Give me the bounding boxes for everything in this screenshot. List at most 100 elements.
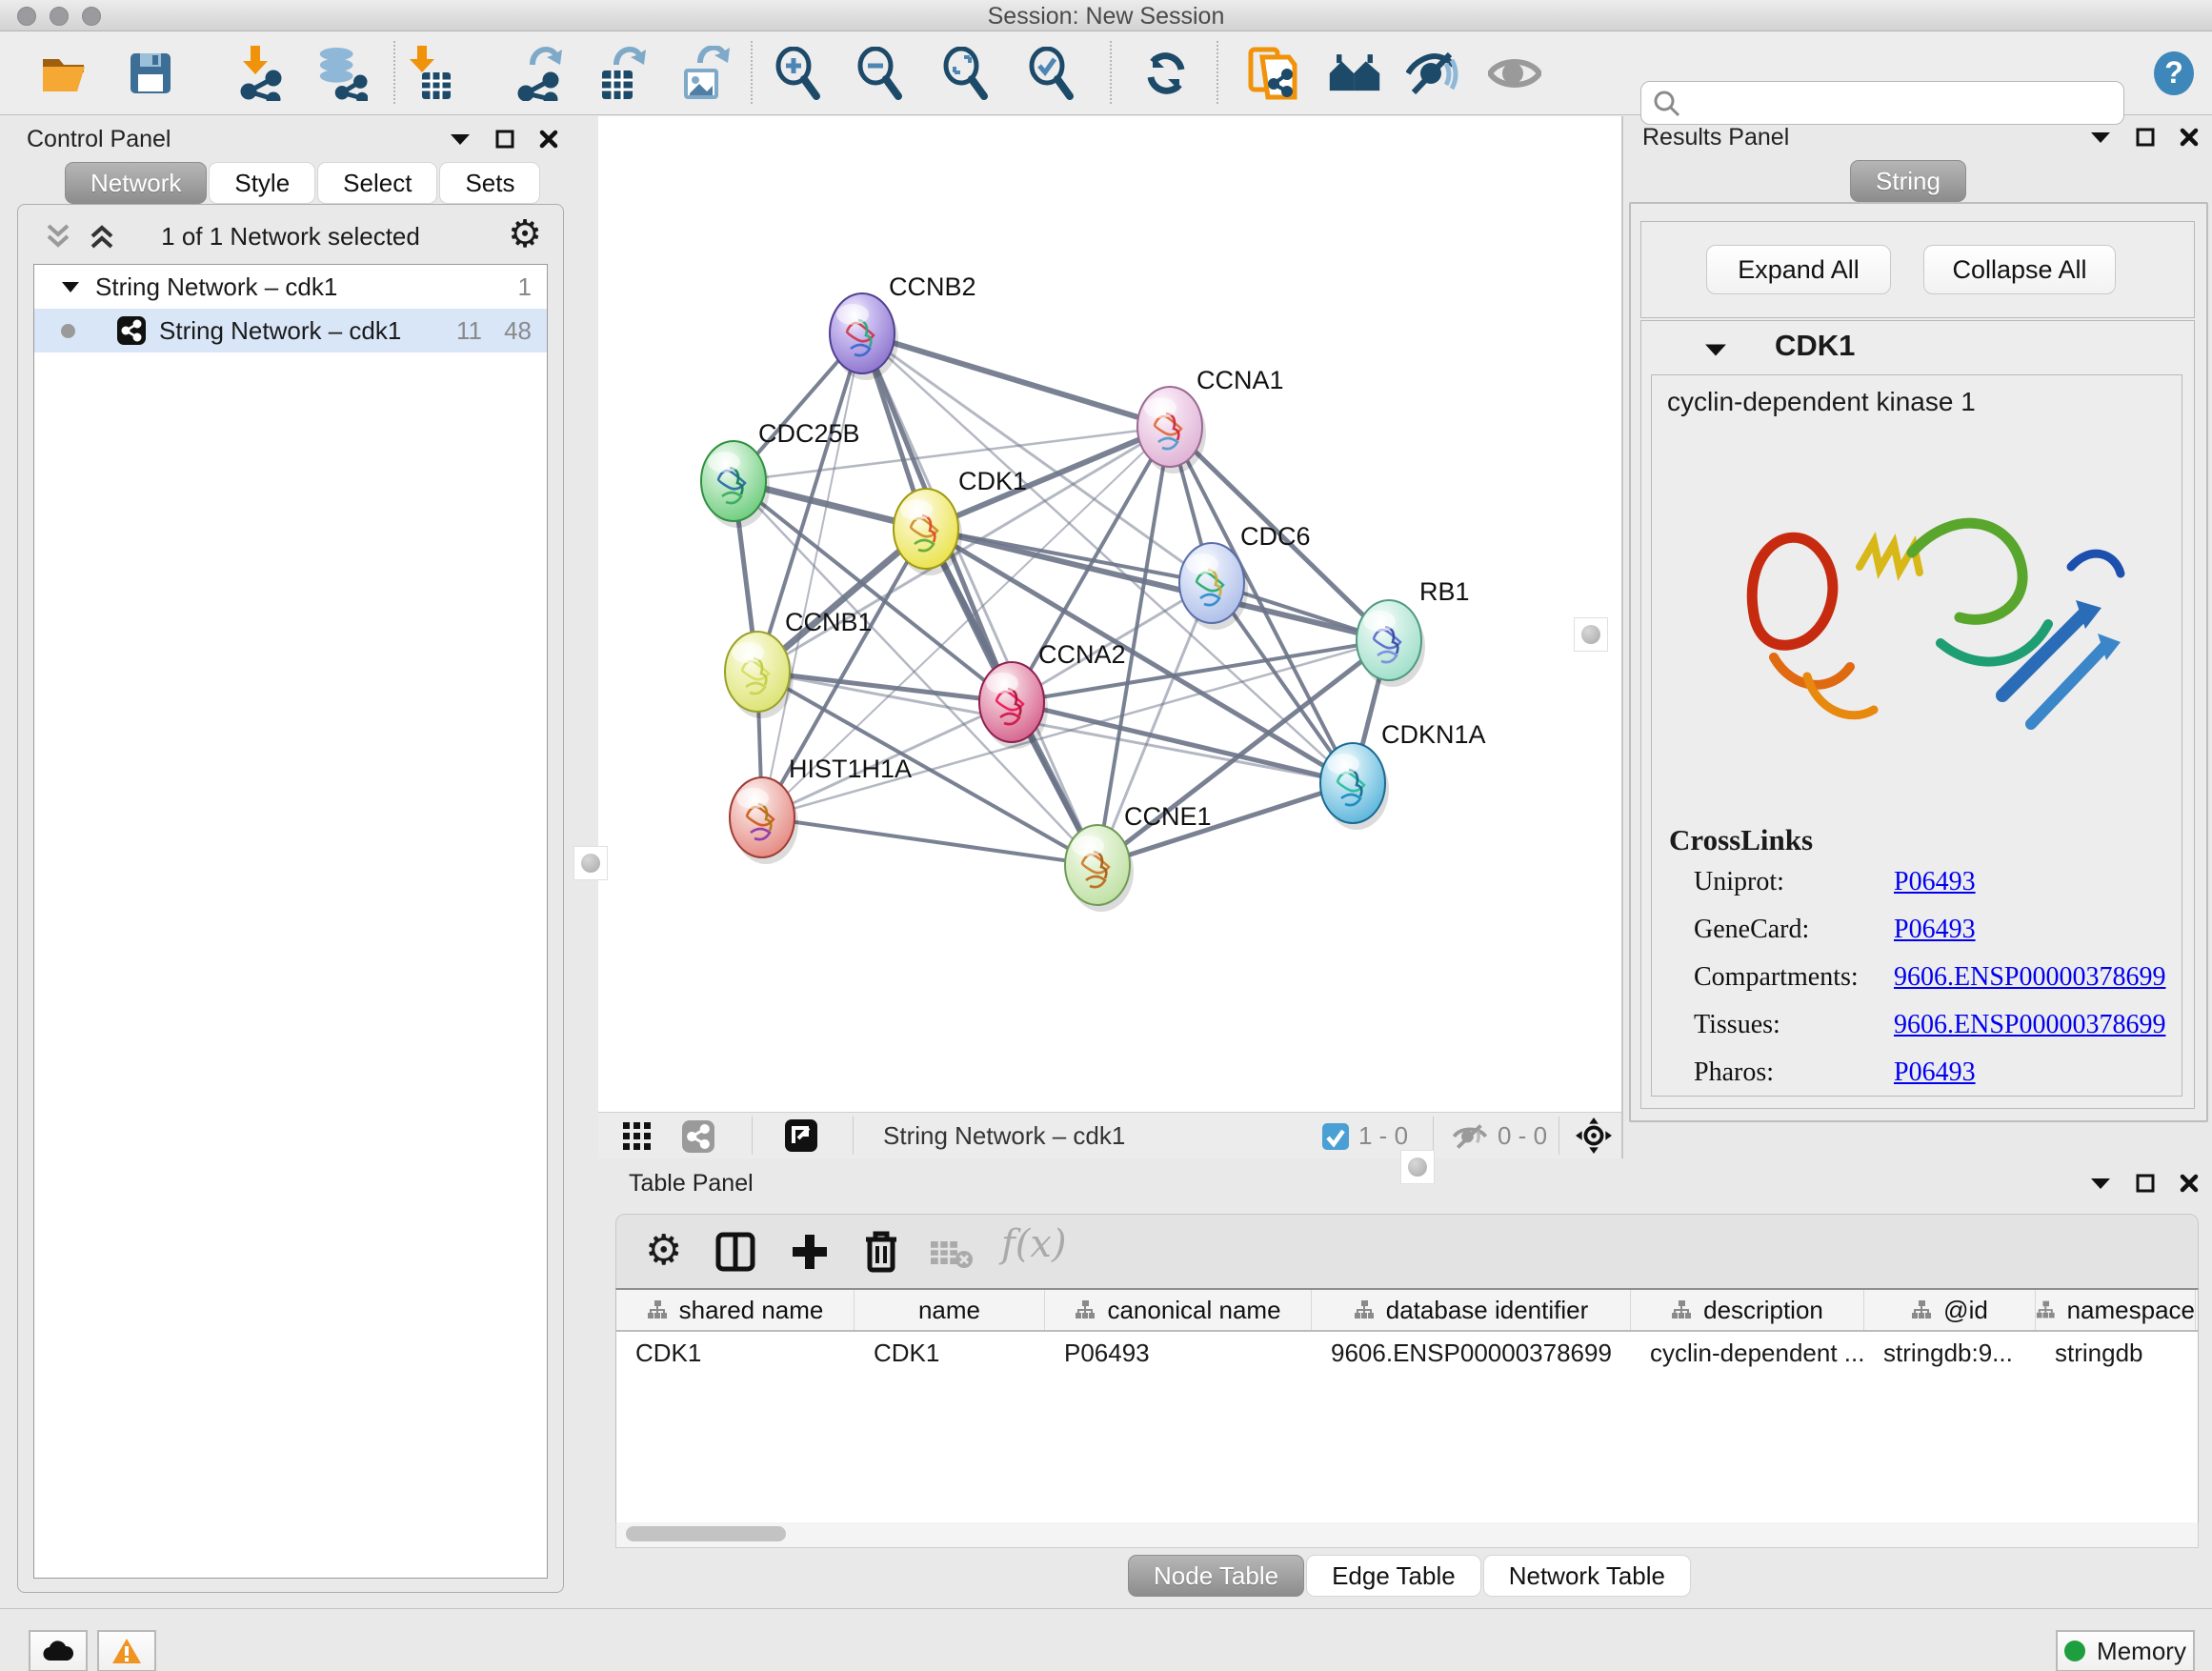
crosslink-label: Pharos: [1694, 1057, 1894, 1088]
table-row[interactable]: CDK1CDK1P064939606.ENSP00000378699cyclin… [616, 1332, 2198, 1374]
gene-collapse-icon[interactable] [1704, 342, 1727, 357]
crosslink-label: GeneCard: [1694, 915, 1894, 945]
zoom-out-icon[interactable] [854, 49, 907, 98]
zoom-fit-icon[interactable] [939, 49, 993, 98]
right-splitter-handle[interactable] [1574, 617, 1608, 652]
column-header-canonical-name[interactable]: canonical name [1045, 1290, 1312, 1330]
hierarchy-icon [2036, 1299, 2056, 1320]
export-network-icon[interactable] [514, 49, 568, 98]
maximize-panel-icon[interactable] [2136, 128, 2155, 147]
network-view-type-icon[interactable] [682, 1120, 714, 1153]
selected-checkbox-icon[interactable] [1322, 1123, 1349, 1150]
crosslink-value-link[interactable]: 9606.ENSP00000378699 [1894, 1010, 2165, 1040]
column-header-name[interactable]: name [855, 1290, 1045, 1330]
table-cell[interactable]: stringdb [2036, 1332, 2196, 1374]
tab-node-table[interactable]: Node Table [1128, 1555, 1304, 1597]
zoom-in-icon[interactable] [772, 49, 825, 98]
network-node-CDK1[interactable]: CDK1 [894, 467, 1027, 575]
column-header-shared-name[interactable]: shared name [616, 1290, 855, 1330]
column-header-description[interactable]: description [1631, 1290, 1864, 1330]
tab-network[interactable]: Network [65, 162, 207, 204]
detach-view-icon[interactable] [785, 1119, 817, 1152]
table-body: CDK1CDK1P064939606.ENSP00000378699cyclin… [616, 1332, 2198, 1374]
network-edge-CCNB1-CCNA2[interactable] [757, 672, 1012, 702]
table-cell[interactable]: CDK1 [855, 1332, 1045, 1374]
table-cell[interactable]: stringdb:9... [1864, 1332, 2036, 1374]
import-network-database-icon[interactable] [314, 49, 368, 98]
crosslink-value-link[interactable]: P06493 [1894, 867, 1976, 897]
table-options-gear-icon[interactable]: ⚙ [645, 1226, 682, 1275]
horizontal-splitter-handle[interactable] [1400, 1150, 1435, 1184]
help-icon[interactable]: ? [2147, 49, 2201, 98]
tab-network-table[interactable]: Network Table [1483, 1555, 1691, 1597]
network-edge-HIST1H1A-CCNE1[interactable] [762, 817, 1097, 865]
maximize-panel-icon[interactable] [2136, 1174, 2155, 1193]
float-panel-icon[interactable] [450, 132, 471, 146]
save-session-icon[interactable] [124, 49, 177, 98]
cloud-status-button[interactable] [29, 1630, 88, 1671]
network-edge-CCNB2-CCNA1[interactable] [862, 333, 1170, 427]
collapse-all-button[interactable]: Collapse All [1923, 245, 2116, 294]
collection-expand-icon[interactable] [61, 280, 80, 293]
close-panel-icon[interactable] [2180, 128, 2199, 147]
hierarchy-icon [647, 1299, 668, 1320]
grid-view-icon[interactable] [623, 1122, 652, 1151]
zoom-selected-icon[interactable] [1025, 49, 1078, 98]
float-panel-icon[interactable] [2090, 1177, 2111, 1190]
hscrollbar-thumb[interactable] [626, 1526, 786, 1541]
left-splitter-handle[interactable] [573, 846, 608, 880]
maximize-panel-icon[interactable] [495, 130, 514, 149]
clone-network-icon[interactable] [1246, 49, 1299, 98]
crosslink-value-link[interactable]: 9606.ENSP00000378699 [1894, 962, 2165, 993]
export-table-icon[interactable] [594, 49, 648, 98]
birdseye-toggle-icon[interactable] [1576, 1117, 1612, 1154]
close-panel-icon[interactable] [2180, 1174, 2199, 1193]
delete-column-icon[interactable] [862, 1230, 900, 1274]
table-cell[interactable]: CDK1 [616, 1332, 855, 1374]
network-edge-CCNB2-CCNE1[interactable] [862, 333, 1097, 865]
hidden-eye-icon[interactable] [1452, 1123, 1488, 1150]
show-columns-icon[interactable] [715, 1232, 755, 1272]
tab-select[interactable]: Select [317, 162, 437, 204]
column-header-database-identifier[interactable]: database identifier [1312, 1290, 1631, 1330]
network-node-HIST1H1A[interactable]: HIST1H1A [730, 755, 912, 864]
import-table-file-icon[interactable] [400, 49, 453, 98]
open-session-icon[interactable] [38, 49, 91, 98]
crosslink-value-link[interactable]: P06493 [1894, 1057, 1976, 1088]
close-panel-icon[interactable] [539, 130, 558, 149]
network-node-RB1[interactable]: RB1 [1357, 577, 1470, 687]
add-column-icon[interactable] [790, 1232, 830, 1272]
tab-style[interactable]: Style [209, 162, 315, 204]
crosslink-value-link[interactable]: P06493 [1894, 915, 1976, 945]
expand-all-button[interactable]: Expand All [1706, 245, 1891, 294]
tab-sets[interactable]: Sets [439, 162, 540, 204]
warnings-button[interactable] [97, 1630, 156, 1671]
home-icon[interactable] [1328, 49, 1381, 98]
network-edge-CCNB2-HIST1H1A[interactable] [762, 333, 862, 817]
table-cell[interactable]: P06493 [1045, 1332, 1312, 1374]
network-node-CDKN1A[interactable]: CDKN1A [1320, 720, 1486, 830]
network-view-canvas[interactable]: CCNB2CCNA1CDC25BCDK1CDC6RB1CCNB1CCNA2CDK… [598, 116, 1623, 1112]
hide-icon[interactable] [1406, 49, 1459, 98]
tab-edge-table[interactable]: Edge Table [1306, 1555, 1481, 1597]
column-header-@id[interactable]: @id [1864, 1290, 2036, 1330]
column-header-namespace[interactable]: namespace [2036, 1290, 2196, 1330]
show-eye-icon[interactable] [1488, 49, 1541, 98]
table-cell[interactable]: 9606.ENSP00000378699 [1312, 1332, 1631, 1374]
export-image-icon[interactable] [678, 49, 732, 98]
table-cell[interactable]: cyclin-dependent ... [1631, 1332, 1864, 1374]
network-collection-row[interactable]: String Network – cdk1 1 [34, 265, 547, 309]
network-node-CDC25B[interactable]: CDC25B [701, 419, 860, 528]
network-node-CCNE1[interactable]: CCNE1 [1065, 802, 1212, 912]
float-panel-icon[interactable] [2090, 131, 2111, 144]
search-input[interactable] [1687, 84, 2110, 120]
refresh-view-icon[interactable] [1139, 49, 1193, 98]
network-edge-CCNA2-CDKN1A[interactable] [1012, 702, 1353, 783]
import-network-file-icon[interactable] [234, 49, 288, 98]
tab-string[interactable]: String [1850, 160, 1966, 202]
network-row[interactable]: String Network – cdk1 11 48 [34, 309, 547, 352]
memory-button[interactable]: Memory [2056, 1630, 2195, 1671]
network-node-CCNA1[interactable]: CCNA1 [1137, 366, 1284, 473]
network-options-gear-icon[interactable]: ⚙ [508, 212, 542, 256]
network-selection-status: 1 of 1 Network selected [18, 222, 563, 252]
